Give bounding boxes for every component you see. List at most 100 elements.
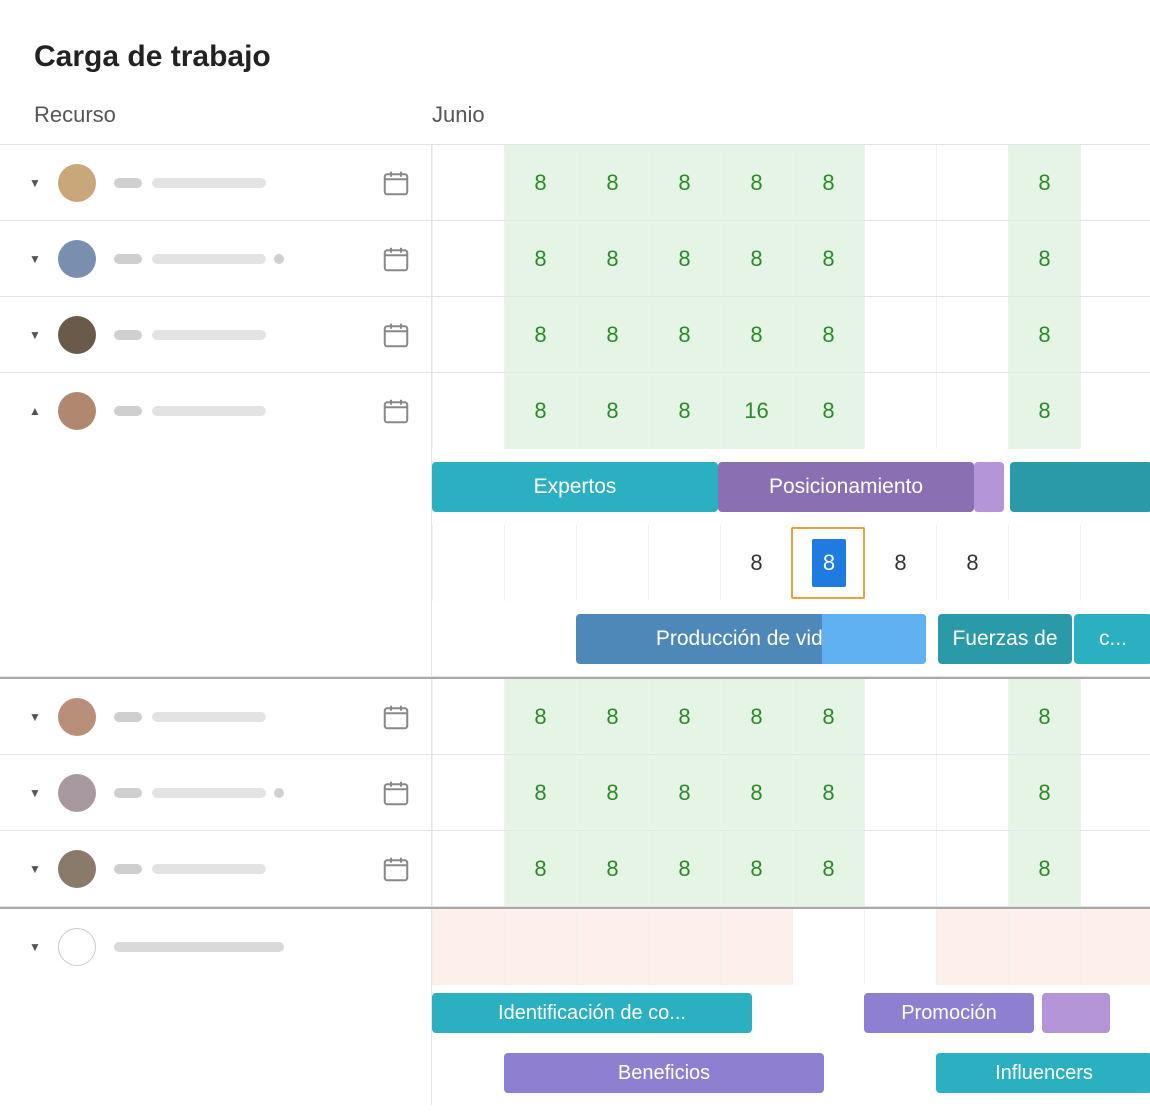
name-placeholder	[114, 330, 142, 340]
day-cell	[576, 909, 648, 985]
avatar[interactable]	[58, 698, 96, 736]
column-headers: Recurso Junio	[0, 102, 1150, 144]
day-cell: 8	[792, 373, 864, 449]
day-cell: 8	[720, 145, 792, 220]
resource-sidebar[interactable]: ▼	[0, 679, 432, 754]
avatar[interactable]	[58, 774, 96, 812]
resource-sidebar[interactable]: ▼	[0, 221, 432, 296]
effort-cell: 8	[720, 525, 792, 601]
day-cell	[1080, 221, 1150, 296]
timeline: 8881688	[432, 373, 1150, 449]
day-cell: 8	[1008, 297, 1080, 372]
day-cell	[1008, 909, 1080, 985]
calendar-icon[interactable]	[381, 244, 411, 274]
day-cell: 8	[792, 831, 864, 906]
task-bar[interactable]: Influencers	[936, 1053, 1150, 1093]
day-cell: 8	[504, 755, 576, 830]
calendar-icon[interactable]	[381, 320, 411, 350]
effort-cell	[1008, 525, 1080, 601]
avatar[interactable]	[58, 164, 96, 202]
avatar[interactable]	[58, 928, 96, 966]
expand-caret-icon[interactable]: ▼	[22, 940, 48, 954]
task-bar[interactable]	[1010, 462, 1150, 512]
day-cell: 8	[504, 679, 576, 754]
effort-cell	[576, 525, 648, 601]
day-cell	[864, 755, 936, 830]
day-cell	[864, 221, 936, 296]
resource-sidebar[interactable]: ▼	[0, 831, 432, 906]
expand-caret-icon[interactable]: ▼	[22, 176, 48, 190]
expand-caret-icon[interactable]: ▼	[22, 786, 48, 800]
day-cell: 8	[576, 755, 648, 830]
avatar[interactable]	[58, 392, 96, 430]
avatar[interactable]	[58, 316, 96, 354]
day-cell	[1080, 755, 1150, 830]
day-cell	[936, 679, 1008, 754]
task-bar[interactable]: c...	[1074, 614, 1150, 664]
day-cell	[432, 373, 504, 449]
detail-side	[0, 601, 432, 676]
task-bar[interactable]	[822, 614, 926, 664]
task-bar[interactable]: Identificación de co...	[432, 993, 752, 1033]
timeline: 888888	[432, 755, 1150, 830]
avatar[interactable]	[58, 850, 96, 888]
task-bar[interactable]	[974, 462, 1004, 512]
page-title: Carga de trabajo	[0, 0, 1150, 102]
resource-row: ▼ 888888	[0, 755, 1150, 831]
name-placeholder	[114, 712, 142, 722]
calendar-icon[interactable]	[381, 854, 411, 884]
effort-cell	[504, 525, 576, 601]
name-placeholder	[152, 330, 266, 340]
day-cell: 8	[720, 679, 792, 754]
day-cell: 8	[720, 755, 792, 830]
day-cell	[1080, 679, 1150, 754]
day-cell	[504, 909, 576, 985]
detail-timeline: ExpertosPosicionamiento	[432, 449, 1150, 525]
resource-sidebar[interactable]: ▲	[0, 373, 432, 449]
expand-caret-icon[interactable]: ▼	[22, 710, 48, 724]
resource-sidebar[interactable]: ▼	[0, 909, 432, 985]
expand-caret-icon[interactable]: ▲	[22, 404, 48, 418]
timeline: 888888	[432, 297, 1150, 372]
expand-caret-icon[interactable]: ▼	[22, 328, 48, 342]
task-bar[interactable]: Beneficios	[504, 1053, 824, 1093]
resource-row: ▲ 8881688	[0, 373, 1150, 449]
expand-caret-icon[interactable]: ▼	[22, 862, 48, 876]
expand-caret-icon[interactable]: ▼	[22, 252, 48, 266]
timeline: 888888	[432, 221, 1150, 296]
resource-sidebar[interactable]: ▼	[0, 755, 432, 830]
task-bar[interactable]: Fuerzas de	[938, 614, 1072, 664]
day-cell: 8	[1008, 221, 1080, 296]
day-cell	[936, 831, 1008, 906]
resource-sidebar[interactable]: ▼	[0, 297, 432, 372]
workload-grid: ▼ 888888 ▼ 888888 ▼	[0, 144, 1150, 1105]
calendar-icon[interactable]	[381, 168, 411, 198]
day-cell	[720, 909, 792, 985]
name-placeholder	[114, 178, 142, 188]
resource-row: ▼ 888888	[0, 831, 1150, 907]
day-cell	[864, 145, 936, 220]
day-cell: 8	[792, 755, 864, 830]
day-cell	[1080, 145, 1150, 220]
day-cell: 8	[1008, 145, 1080, 220]
day-cell	[936, 909, 1008, 985]
task-bar[interactable]	[1042, 993, 1110, 1033]
day-cell: 8	[504, 297, 576, 372]
calendar-icon[interactable]	[381, 778, 411, 808]
task-bar[interactable]: Promoción	[864, 993, 1034, 1033]
calendar-icon[interactable]	[381, 396, 411, 426]
day-cell	[432, 831, 504, 906]
day-cell	[432, 297, 504, 372]
selected-effort-chip[interactable]: 8	[812, 539, 846, 587]
task-bar[interactable]: Expertos	[432, 462, 718, 512]
task-bar[interactable]: Posicionamiento	[718, 462, 974, 512]
day-cell: 8	[1008, 679, 1080, 754]
day-cell: 8	[1008, 831, 1080, 906]
day-cell	[936, 373, 1008, 449]
name-placeholder	[152, 254, 266, 264]
day-cell	[432, 755, 504, 830]
calendar-icon[interactable]	[381, 702, 411, 732]
resource-sidebar[interactable]: ▼	[0, 145, 432, 220]
day-cell: 8	[720, 221, 792, 296]
avatar[interactable]	[58, 240, 96, 278]
